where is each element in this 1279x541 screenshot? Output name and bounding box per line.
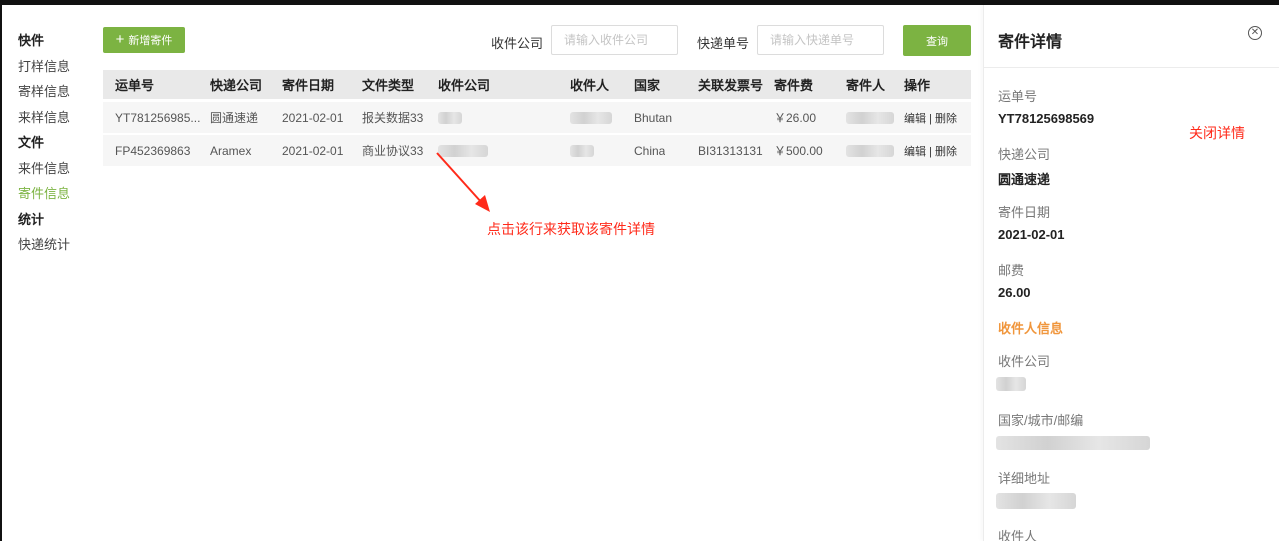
- col-invoice: 关联发票号: [698, 78, 764, 93]
- detail-waybill-label: 运单号: [998, 89, 1038, 104]
- cell-doc-type: 报关数据33: [362, 111, 424, 125]
- tracking-search-input[interactable]: [757, 25, 884, 55]
- detail-date-value: 2021-02-01: [998, 227, 1065, 242]
- cell-country: China: [634, 143, 666, 158]
- sidebar-item-sample-sent[interactable]: 寄样信息: [18, 83, 98, 109]
- detail-location-label: 国家/城市/邮编: [998, 413, 1084, 428]
- sidebar-group-documents: 文件: [18, 135, 45, 150]
- delete-link[interactable]: 删除: [935, 146, 957, 158]
- detail-postage-value: 26.00: [998, 285, 1031, 300]
- sidebar-item-incoming[interactable]: 来件信息: [18, 160, 98, 186]
- table-row[interactable]: FP452369863 Aramex 2021-02-01 商业协议33 Chi…: [103, 135, 971, 166]
- col-courier: 快递公司: [210, 78, 263, 93]
- sidebar-group-stats: 统计: [18, 211, 45, 227]
- cell-sender-redacted: [846, 144, 894, 158]
- detail-courier-value: 圆通速递: [998, 172, 1051, 187]
- cell-recipient-redacted: [570, 111, 612, 125]
- action-separator: |: [929, 145, 932, 158]
- cell-recipient-redacted: [570, 144, 594, 158]
- tracking-filter-label: 快递单号: [697, 36, 750, 51]
- cell-courier: Aramex: [210, 143, 252, 158]
- cell-date: 2021-02-01: [282, 110, 344, 125]
- close-hint-annotation: 关闭详情: [1189, 125, 1245, 141]
- company-search-input[interactable]: [551, 25, 678, 55]
- detail-address-label: 详细地址: [998, 471, 1051, 486]
- left-border: [0, 0, 2, 541]
- sidebar: 快件 打样信息 寄样信息 来样信息 文件 来件信息 寄件信息 统计 快递统计: [18, 32, 98, 262]
- shipments-table: 运单号 快递公司 寄件日期 文件类型 收件公司 收件人 国家 关联发票号 寄件费…: [103, 70, 971, 166]
- cell-waybill: FP452369863: [115, 143, 191, 158]
- close-icon[interactable]: ✕: [1248, 26, 1262, 40]
- detail-date-label: 寄件日期: [998, 205, 1051, 220]
- cell-fee: ￥26.00: [774, 111, 817, 125]
- col-fee: 寄件费: [774, 78, 814, 93]
- table-row[interactable]: YT781256985... 圆通速递 2021-02-01 报关数据33 Bh…: [103, 102, 971, 133]
- sidebar-item-courier-stats[interactable]: 快递统计: [18, 236, 98, 262]
- sidebar-group-express: 快件: [18, 33, 45, 48]
- col-doc-type: 文件类型: [362, 78, 415, 93]
- detail-company-label: 收件公司: [998, 354, 1051, 369]
- action-separator: |: [929, 112, 932, 125]
- col-date: 寄件日期: [282, 78, 335, 93]
- cell-sender-redacted: [846, 111, 894, 125]
- detail-waybill-value: YT78125698569: [998, 111, 1095, 126]
- row-actions: 编辑 | 删除: [904, 143, 957, 159]
- cell-doc-type: 商业协议33: [362, 144, 424, 158]
- edit-link[interactable]: 编辑: [904, 113, 926, 125]
- delete-link[interactable]: 删除: [935, 113, 957, 125]
- detail-courier-label: 快递公司: [998, 147, 1051, 162]
- sidebar-item-proofing[interactable]: 打样信息: [18, 58, 98, 84]
- edit-link[interactable]: 编辑: [904, 146, 926, 158]
- cell-invoice: BI31313131: [698, 143, 763, 158]
- cell-recipient-company-redacted: [438, 111, 462, 125]
- cell-recipient-company-redacted: [438, 144, 488, 158]
- detail-header: 寄件详情 ✕: [984, 5, 1279, 68]
- sidebar-item-outgoing[interactable]: 寄件信息: [18, 185, 98, 211]
- cell-waybill: YT781256985...: [115, 110, 201, 125]
- detail-postage-label: 邮费: [998, 263, 1025, 278]
- row-actions: 编辑 | 删除: [904, 110, 957, 126]
- add-shipment-label: 新增寄件: [128, 35, 173, 47]
- col-recipient: 收件人: [570, 78, 610, 93]
- detail-title: 寄件详情: [998, 34, 1063, 51]
- detail-address-redacted: [996, 493, 1076, 509]
- col-sender: 寄件人: [846, 78, 886, 93]
- detail-recipient-label: 收件人: [998, 529, 1038, 541]
- col-recipient-company: 收件公司: [438, 78, 491, 93]
- detail-company-redacted: [996, 377, 1026, 391]
- detail-location-redacted: [996, 436, 1150, 450]
- row-hint-arrowhead: [475, 195, 490, 212]
- cell-fee: ￥500.00: [774, 144, 823, 158]
- shipment-detail-panel: 寄件详情 ✕ 运单号 YT78125698569 快递公司 圆通速递 寄件日期 …: [983, 5, 1279, 541]
- cell-date: 2021-02-01: [282, 143, 344, 158]
- sidebar-item-sample-received[interactable]: 来样信息: [18, 109, 98, 135]
- company-filter-label: 收件公司: [491, 36, 544, 51]
- col-actions: 操作: [904, 78, 931, 93]
- search-button[interactable]: 查询: [903, 25, 971, 56]
- cell-country: Bhutan: [634, 110, 673, 125]
- col-waybill: 运单号: [115, 78, 155, 93]
- table-header: 运单号 快递公司 寄件日期 文件类型 收件公司 收件人 国家 关联发票号 寄件费…: [103, 70, 971, 99]
- cell-courier: 圆通速递: [210, 111, 259, 125]
- plus-icon: +: [115, 30, 125, 48]
- col-country: 国家: [634, 78, 661, 93]
- row-hint-annotation: 点击该行来获取该寄件详情: [487, 221, 655, 237]
- recipient-section-title: 收件人信息: [998, 321, 1064, 336]
- add-shipment-button[interactable]: + 新增寄件: [103, 27, 185, 53]
